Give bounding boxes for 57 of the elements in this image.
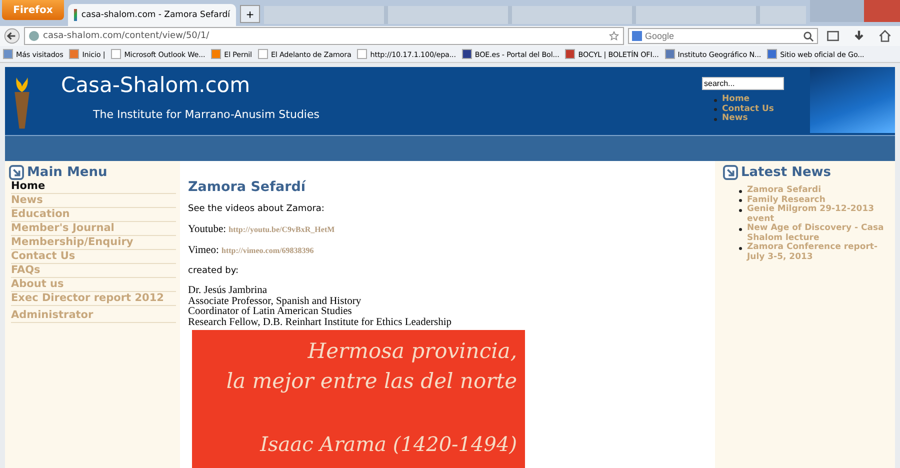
menu-item[interactable]: Administrator	[11, 309, 176, 323]
news-link[interactable]: New Age of Discovery - Casa Shalom lecture	[747, 224, 887, 243]
bullet-icon	[739, 208, 742, 212]
search-engine-icon	[632, 31, 642, 41]
quote-line: la mejor entre las del norte	[225, 368, 517, 395]
download-icon[interactable]	[852, 29, 866, 43]
bullet-icon	[739, 246, 742, 250]
intro-text: See the videos about Zamora:	[188, 204, 326, 214]
site-tagline: The Institute for Marrano-Anusim Studies	[93, 108, 320, 121]
quote-line: Hermosa provincia,	[306, 338, 517, 365]
bullet-icon	[714, 98, 717, 102]
back-icon[interactable]	[4, 28, 20, 44]
menu-item[interactable]: Member's Journal	[11, 222, 176, 236]
menu-item[interactable]: About us	[11, 278, 176, 292]
news-heading: Latest News	[741, 165, 832, 180]
menu-item[interactable]: Contact Us	[11, 250, 176, 264]
article-title: Zamora Sefardí	[188, 179, 307, 195]
bullet-icon	[739, 228, 742, 230]
browser-tab[interactable]: casa-shalom.com - Zamora Sefardí	[68, 4, 236, 26]
bullet-icon	[739, 199, 742, 202]
home-icon[interactable]	[878, 29, 892, 43]
menu-item[interactable]: Home	[11, 180, 176, 194]
bookmarks-icon[interactable]	[826, 29, 840, 43]
globe-icon	[29, 31, 39, 41]
header-link[interactable]: Contact Us	[722, 104, 774, 114]
video-link[interactable]: http://vimeo.com/69838396	[222, 246, 314, 255]
author-details: Dr. Jesús Jambrina Associate Professor, Spanish and History Coordinator of Latin American Studies Research Fellow, D.B. Reinhart Institute for Ethics Leadership	[188, 286, 452, 328]
news-link[interactable]: Zamora Conference report- July 3-5, 2013	[747, 243, 887, 262]
video-link[interactable]: http://youtu.be/C9vBxR_HetM	[228, 225, 335, 234]
site-icon	[74, 9, 78, 21]
link-label: Youtube:	[188, 224, 226, 235]
new-tab-button[interactable]: +	[240, 5, 260, 23]
bullet-icon	[739, 190, 742, 192]
news-link[interactable]: Genie Milgrom 29-12-2013 event	[747, 205, 887, 224]
menu-item[interactable]: News	[11, 194, 176, 208]
menu-item[interactable]: Education	[11, 208, 176, 222]
created-by-text: created by:	[188, 266, 240, 276]
menu-item[interactable]: Membership/Enquiry	[11, 236, 176, 250]
star-icon[interactable]	[609, 31, 619, 41]
quote-attribution: Isaac Arama (1420-1494)	[258, 432, 517, 456]
address-field[interactable]: casa-shalom.com/content/view/50/1/	[24, 27, 624, 45]
firefox-menu-button[interactable]: Firefox	[2, 0, 64, 20]
menu-heading: Main Menu	[27, 165, 108, 180]
news-link[interactable]: Zamora Sefardi	[747, 186, 821, 196]
header-link[interactable]: News	[722, 114, 748, 124]
search-box[interactable]: Google	[628, 28, 818, 44]
bullet-icon	[714, 118, 717, 120]
news-link[interactable]: Family Research	[747, 196, 826, 205]
menu-item[interactable]: Exec Director report 2012	[11, 292, 176, 306]
bullet-icon	[714, 108, 717, 111]
header-link[interactable]: Home	[722, 95, 750, 104]
menu-item[interactable]: FAQs	[11, 264, 176, 278]
site-title: Casa-Shalom.com	[61, 73, 252, 97]
tab-title: casa-shalom.com - Zamora Sefardí	[81, 10, 230, 20]
link-label: Vimeo:	[188, 245, 219, 256]
search-icon[interactable]	[803, 30, 814, 42]
search-field[interactable]: search...	[702, 77, 784, 90]
